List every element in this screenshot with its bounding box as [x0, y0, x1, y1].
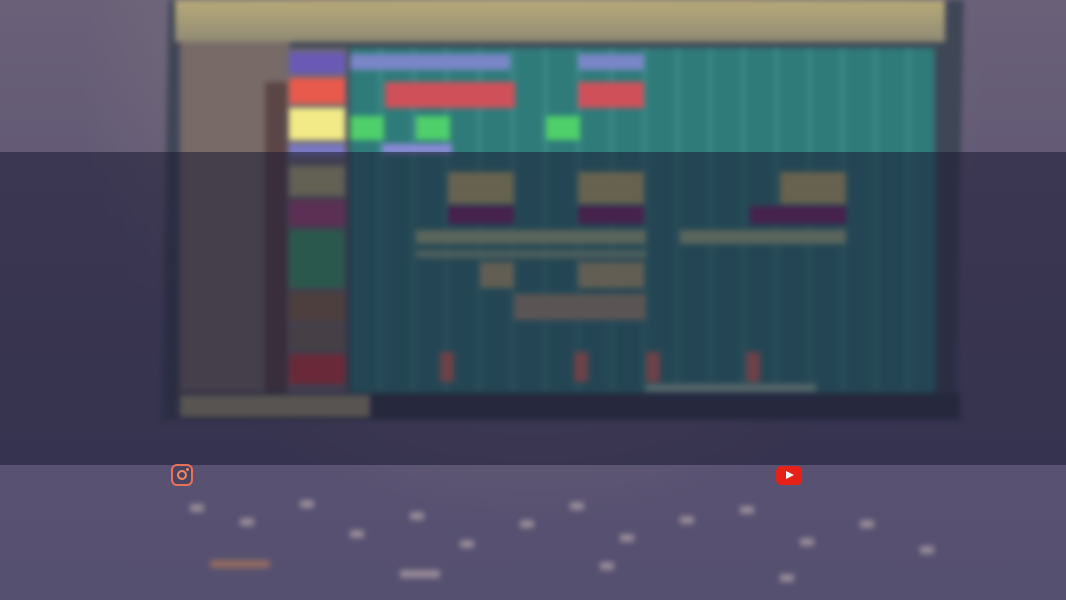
instagram-dot: [186, 468, 189, 471]
key: [410, 512, 424, 520]
key: [240, 518, 254, 526]
key: [190, 504, 204, 512]
key: [780, 574, 794, 582]
instagram-lens: [177, 470, 187, 480]
youtube-icon[interactable]: [776, 466, 802, 485]
key: [680, 516, 694, 524]
key: [620, 534, 634, 542]
track-swatch: [289, 108, 345, 140]
key: [350, 530, 364, 538]
daw-toolbar: [175, 0, 945, 42]
blurred-keyboard: [100, 490, 1000, 600]
key: [300, 500, 314, 508]
play-icon: [786, 471, 794, 479]
pattern-clip: [546, 116, 580, 140]
pattern-clip: [578, 82, 644, 108]
key: [400, 570, 440, 578]
dark-overlay-band: [0, 152, 1066, 465]
key: [920, 546, 934, 554]
pattern-clip: [385, 82, 515, 108]
instagram-icon[interactable]: [171, 464, 193, 486]
key: [740, 506, 754, 514]
key: [520, 520, 534, 528]
key: [860, 520, 874, 528]
key: [210, 560, 270, 568]
pattern-clip: [350, 54, 510, 70]
pattern-clip: [350, 116, 384, 140]
track-swatch: [289, 78, 345, 104]
key: [460, 540, 474, 548]
key: [570, 502, 584, 510]
key: [800, 538, 814, 546]
key: [600, 562, 614, 570]
pattern-clip: [578, 54, 644, 70]
pattern-clip: [416, 116, 450, 140]
track-swatch: [289, 52, 345, 74]
